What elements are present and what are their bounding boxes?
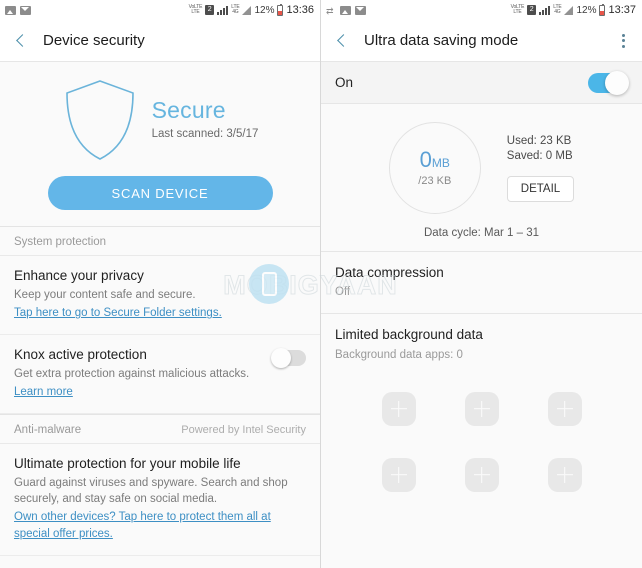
status-indicators-right: VoLTE LTE 2 LTE 4G 12% 13:37: [510, 3, 636, 16]
row-title: Knox active protection: [14, 346, 147, 362]
data-used-stat: Used: 23 KB: [506, 134, 572, 147]
device-security-screen: VoLTE LTE 2 LTE 4G 12% 13:36 Device secu…: [0, 0, 321, 568]
secure-folder-settings-link[interactable]: Tap here to go to Secure Folder settings…: [14, 305, 222, 322]
ultra-data-saving-toggle[interactable]: [588, 70, 629, 95]
add-app-tile[interactable]: [547, 457, 582, 492]
section-subtitle: Powered by Intel Security: [181, 423, 306, 436]
data-saved-stat: Saved: 0 MB: [506, 149, 573, 162]
section-header-system-protection: System protection: [0, 226, 320, 256]
more-options-icon[interactable]: [614, 33, 632, 48]
back-icon[interactable]: [12, 32, 30, 50]
volte-icon: VoLTE LTE: [510, 4, 525, 15]
row-award-winning-apps[interactable]: The easier, safer way to access your dig…: [0, 555, 320, 568]
battery-icon: [277, 3, 284, 16]
row-subtitle: Get extra protection against malicious a…: [14, 368, 250, 381]
master-toggle-label: On: [335, 75, 354, 90]
row-subtitle: Background data apps: 0: [335, 348, 463, 361]
ultra-data-saving-content: On 0MB /23 KB Used: 23 KB Saved: 0 MB DE…: [321, 62, 642, 568]
lte-icon: LTE 4G: [553, 4, 562, 15]
knox-active-protection-toggle[interactable]: [271, 347, 306, 368]
row-subtitle: Keep your content safe and secure.: [14, 289, 196, 302]
row-limited-background-data[interactable]: Limited background data Background data …: [321, 313, 642, 376]
email-icon: [20, 5, 31, 15]
usage-top-row: 0MB /23 KB Used: 23 KB Saved: 0 MB DETAI…: [321, 122, 642, 214]
lte-icon: LTE 4G: [231, 4, 240, 15]
dual-screenshot-container: VoLTE LTE 2 LTE 4G 12% 13:36 Device secu…: [0, 0, 642, 568]
app-bar-right: Ultra data saving mode: [321, 20, 642, 62]
data-used-amount: 0MB: [419, 147, 450, 172]
clock-right: 13:37: [608, 4, 636, 16]
row-title: Limited background data: [335, 327, 483, 343]
security-status-word: Secure: [151, 96, 226, 123]
last-scanned-text: Last scanned: 3/5/17: [151, 127, 259, 140]
row-title: Ultimate protection for your mobile life: [14, 455, 241, 471]
special-offer-link[interactable]: Own other devices? Tap here to protect t…: [14, 509, 306, 542]
battery-percent: 12%: [576, 4, 597, 16]
sim-2-icon: 2: [205, 5, 215, 15]
row-enhance-your-privacy[interactable]: Enhance your privacy Keep your content s…: [0, 256, 320, 335]
volte-icon: VoLTE LTE: [188, 4, 203, 15]
page-title-right: Ultra data saving mode: [364, 32, 519, 49]
security-status-hero: Secure Last scanned: 3/5/17 SCAN DEVICE: [0, 62, 320, 226]
shield-icon: [65, 80, 134, 160]
notification-icons-right: ⇄: [326, 5, 366, 16]
status-bar-left: VoLTE LTE 2 LTE 4G 12% 13:36: [0, 0, 320, 20]
data-total-amount: /23 KB: [418, 175, 452, 187]
sync-icon: ⇄: [326, 5, 334, 16]
security-status-text: Secure Last scanned: 3/5/17: [152, 97, 259, 140]
master-toggle-row[interactable]: On: [321, 62, 642, 104]
signal-triangle-icon: [564, 5, 574, 15]
add-app-tile[interactable]: [464, 391, 499, 426]
usage-stats: Used: 23 KB Saved: 0 MB DETAIL: [506, 134, 575, 202]
app-bar-left: Device security: [0, 20, 320, 62]
status-indicators-left: VoLTE LTE 2 LTE 4G 12% 13:36: [188, 3, 314, 16]
row-subtitle: Guard against viruses and spyware. Searc…: [14, 477, 288, 506]
data-usage-donut: 0MB /23 KB: [388, 122, 481, 214]
row-ultimate-protection[interactable]: Ultimate protection for your mobile life…: [0, 443, 320, 556]
signal-bars-icon: [217, 5, 229, 15]
ultra-data-saving-screen: ⇄ VoLTE LTE 2 LTE 4G 12% 13:37 Ultra dat…: [321, 0, 642, 568]
add-app-tile[interactable]: [381, 391, 416, 426]
add-app-tile[interactable]: [547, 391, 582, 426]
page-title-left: Device security: [43, 32, 145, 49]
section-title: Anti-malware: [14, 423, 82, 436]
screenshot-icon: [340, 5, 351, 15]
back-icon[interactable]: [333, 32, 351, 50]
screenshot-icon: [5, 5, 16, 15]
learn-more-link[interactable]: Learn more: [14, 384, 73, 401]
detail-button[interactable]: DETAIL: [506, 175, 575, 202]
battery-percent: 12%: [254, 4, 275, 16]
status-bar-right: ⇄ VoLTE LTE 2 LTE 4G 12% 13:37: [321, 0, 642, 20]
section-title: System protection: [14, 236, 107, 248]
row-title: Enhance your privacy: [14, 268, 144, 283]
row-title: Data compression: [335, 265, 444, 280]
add-app-tile[interactable]: [381, 457, 416, 492]
background-app-grid: [321, 375, 642, 502]
email-icon: [355, 5, 366, 15]
signal-triangle-icon: [242, 5, 252, 15]
clock-left: 13:36: [286, 4, 314, 16]
row-knox-active-protection[interactable]: Knox active protection Get extra protect…: [0, 334, 320, 414]
signal-bars-icon: [539, 5, 551, 15]
scan-device-button[interactable]: SCAN DEVICE: [47, 176, 273, 210]
data-cycle-text: Data cycle: Mar 1 – 31: [423, 227, 540, 239]
notification-icons-left: [5, 5, 31, 15]
row-data-compression[interactable]: Data compression Off: [321, 251, 642, 314]
security-status-row: Secure Last scanned: 3/5/17: [0, 78, 320, 162]
device-security-content: Secure Last scanned: 3/5/17 SCAN DEVICE …: [0, 62, 320, 568]
section-header-anti-malware: Anti-malware Powered by Intel Security: [0, 413, 320, 444]
data-usage-summary: 0MB /23 KB Used: 23 KB Saved: 0 MB DETAI…: [321, 104, 642, 251]
add-app-tile[interactable]: [464, 457, 499, 492]
row-subtitle: Off: [335, 286, 351, 299]
sim-2-icon: 2: [527, 5, 537, 15]
battery-icon: [599, 3, 606, 16]
